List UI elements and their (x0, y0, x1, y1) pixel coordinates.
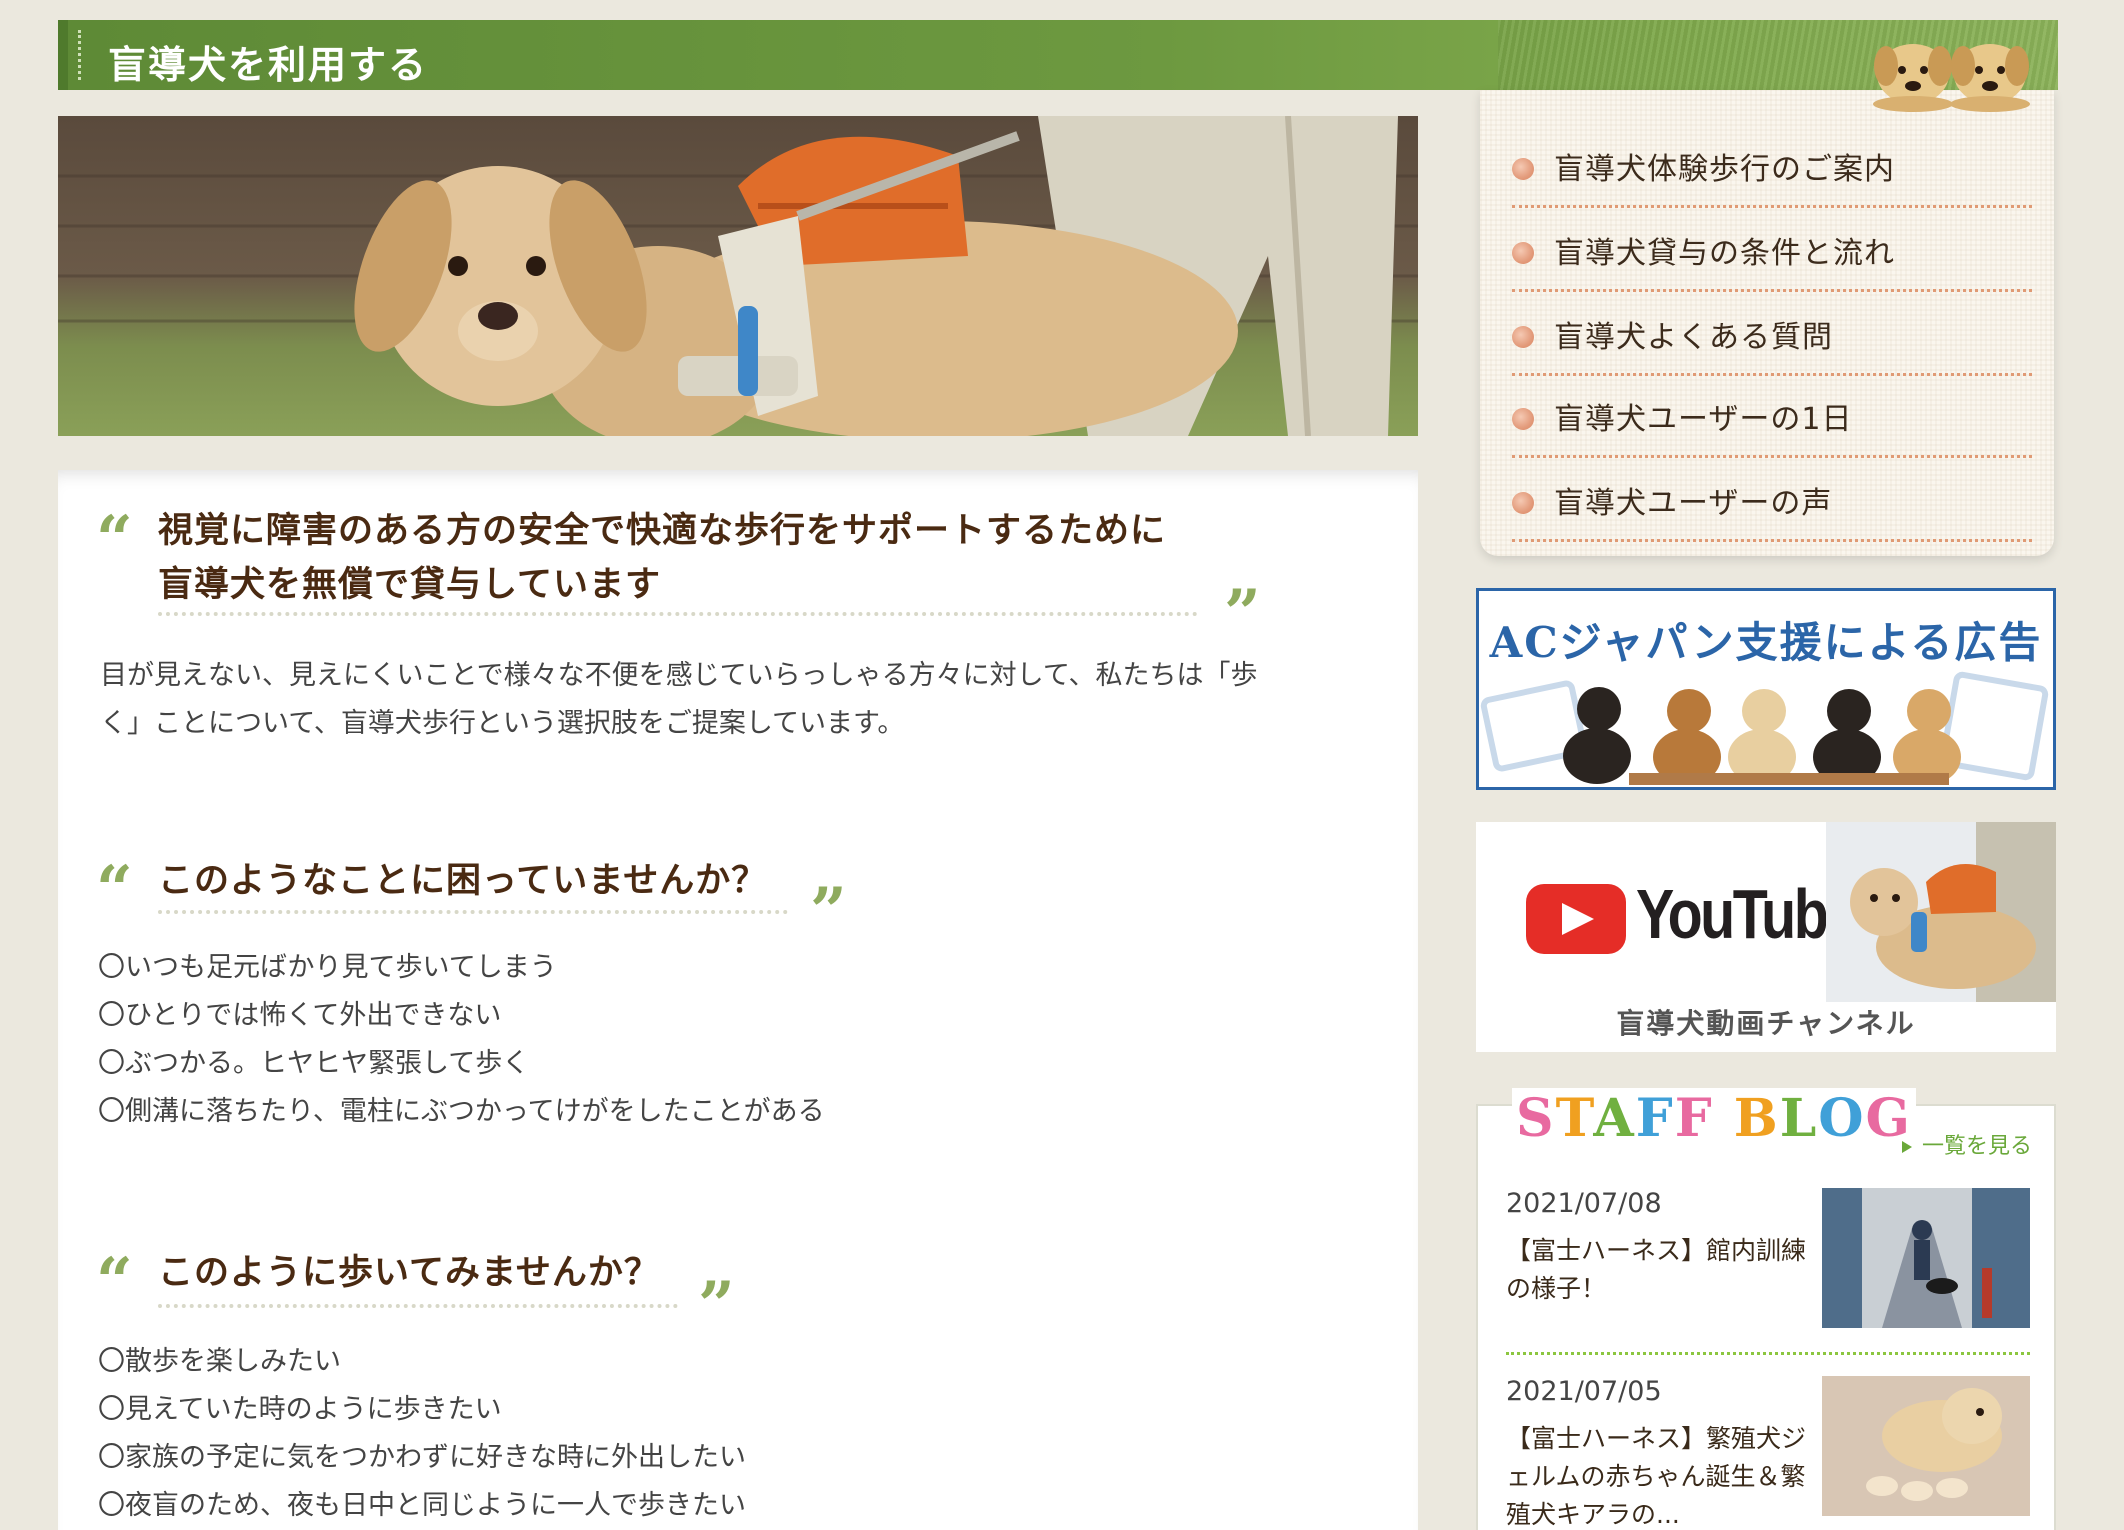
youtube-channel-banner[interactable]: YouTube 盲導犬動画チャンネル (1476, 822, 2056, 1052)
youtube-wordmark: YouTube (1636, 875, 1858, 953)
heading-underline (158, 910, 788, 914)
wishes-heading: このように歩いてみませんか？ (158, 1253, 660, 1293)
guide-dog-photo (58, 116, 1418, 436)
intro-body-line1: 目が見えない、見えにくいことで様々な不便を感じていらっしゃる方々に対して、私たち… (100, 660, 1258, 691)
blog-entry[interactable]: 2021/07/08 【富士ハーネス】館内訓練の様子！ (1506, 1188, 2030, 1358)
hero-image (58, 116, 1418, 436)
sidebar-menu: 盲導犬体験歩行のご案内 盲導犬貸与の条件と流れ 盲導犬よくある質問 盲導犬ユーザ… (1480, 90, 2054, 556)
list-item: 〇家族の予定に気をつかわずに好きな時に外出したい (98, 1442, 746, 1473)
open-quote-icon: “ (96, 1244, 133, 1319)
intro-heading: 視覚に障害のある方の安全で快適な歩行をサポートするために 盲導犬を無償で貸与して… (158, 504, 1166, 612)
sidebar-item-faq[interactable]: 盲導犬よくある質問 (1512, 292, 2032, 376)
bullet-icon (1512, 492, 1534, 514)
blog-thumbnail (1822, 1188, 2030, 1328)
list-item: 〇いつも足元ばかり見て歩いてしまう (98, 952, 557, 983)
blog-date: 2021/07/08 (1506, 1188, 1662, 1219)
blog-date: 2021/07/05 (1506, 1376, 1662, 1407)
close-quote-icon: ” (698, 1268, 735, 1343)
sidebar-item-user-voices[interactable]: 盲導犬ユーザーの声 (1512, 458, 2032, 542)
open-quote-icon: “ (96, 502, 133, 577)
blog-entry-title: 【富士ハーネス】館内訓練の様子！ (1506, 1236, 1807, 1303)
sidebar-item-label: 盲導犬体験歩行のご案内 (1554, 152, 1895, 187)
bullet-icon (1512, 326, 1534, 348)
blog-separator (1506, 1352, 2030, 1355)
blog-list-link-label: 一覧を見る (1921, 1134, 2032, 1159)
list-item: 〇ぶつかる。ヒヤヒヤ緊張して歩く (98, 1048, 530, 1079)
intro-body: 目が見えない、見えにくいことで様々な不便を感じていらっしゃる方々に対して、私たち… (100, 652, 1360, 748)
ac-japan-ad-banner[interactable]: ACジャパン支援による広告 (1476, 588, 2056, 790)
blog-thumbnail (1822, 1376, 2030, 1516)
intro-body-line2: く」ことについて、盲導犬歩行という選択肢をご提案しています。 (100, 708, 905, 739)
intro-heading-line1: 視覚に障害のある方の安全で快適な歩行をサポートするために (158, 511, 1167, 551)
puppies-header-illustration (1873, 44, 2030, 112)
main-content: “ 視覚に障害のある方の安全で快適な歩行をサポートするために 盲導犬を無償で貸与… (58, 470, 1418, 1530)
blog-entry[interactable]: 2021/07/05 【富士ハーネス】繁殖犬ジェルムの赤ちゃん誕生＆繁殖犬キアラ… (1506, 1376, 2030, 1530)
open-quote-icon: “ (96, 852, 133, 927)
blog-entry-title: 【富士ハーネス】繁殖犬ジェルムの赤ちゃん誕生＆繁殖犬キアラの... (1506, 1424, 1807, 1529)
heading-underline (158, 1304, 678, 1308)
list-item: 〇夜盲のため、夜も日中と同じように一人で歩きたい (98, 1490, 746, 1521)
page-header-band: 盲導犬を利用する (58, 20, 2058, 112)
bullet-icon (1512, 242, 1534, 264)
sidebar-item-label: 盲導犬貸与の条件と流れ (1554, 236, 1895, 271)
heading-underline (158, 612, 1198, 616)
sidebar-item-label: 盲導犬よくある質問 (1554, 320, 1833, 355)
youtube-caption: 盲導犬動画チャンネル (1616, 1007, 1916, 1040)
bullet-icon (1512, 408, 1534, 430)
guide-dog-thumbnail (1826, 822, 2056, 1002)
bullet-icon (1512, 158, 1534, 180)
list-item: 〇側溝に落ちたり、電柱にぶつかってけがをしたことがある (98, 1096, 825, 1127)
youtube-play-icon (1526, 884, 1626, 954)
page-title: 盲導犬を利用する (108, 43, 429, 87)
list-item: 〇ひとりでは怖くて外出できない (98, 1000, 502, 1031)
list-item: 〇見えていた時のように歩きたい (98, 1394, 502, 1425)
sidebar-item-trial-walk[interactable]: 盲導犬体験歩行のご案内 (1512, 124, 2032, 208)
staff-blog-title: STAFF BLOG (1512, 1088, 1916, 1149)
intro-heading-line2: 盲導犬を無償で貸与しています (158, 565, 661, 605)
close-quote-icon: ” (810, 874, 847, 949)
sidebar-item-label: 盲導犬ユーザーの声 (1554, 486, 1833, 521)
sidebar-item-user-day[interactable]: 盲導犬ユーザーの1日 (1512, 374, 2032, 458)
staff-blog: STAFF BLOG 一覧を見る 2021/07/08 【富士ハーネス】館内訓練… (1476, 1088, 2056, 1530)
sidebar-item-label: 盲導犬ユーザーの1日 (1554, 402, 1853, 437)
wishes-list: 〇散歩を楽しみたい 〇見えていた時のように歩きたい 〇家族の予定に気をつかわずに… (98, 1338, 746, 1530)
problems-list: 〇いつも足元ばかり見て歩いてしまう 〇ひとりでは怖くて外出できない 〇ぶつかる。… (98, 944, 825, 1136)
sidebar-item-lending-conditions[interactable]: 盲導犬貸与の条件と流れ (1512, 208, 2032, 292)
problems-heading: このようなことに困っていませんか？ (158, 861, 768, 901)
triangle-right-icon (1901, 1141, 1912, 1153)
blog-list-link[interactable]: 一覧を見る (1901, 1128, 2032, 1160)
close-quote-icon: ” (1224, 576, 1261, 651)
list-item: 〇散歩を楽しみたい (98, 1346, 341, 1377)
dogs-row-illustration (1480, 671, 2049, 785)
